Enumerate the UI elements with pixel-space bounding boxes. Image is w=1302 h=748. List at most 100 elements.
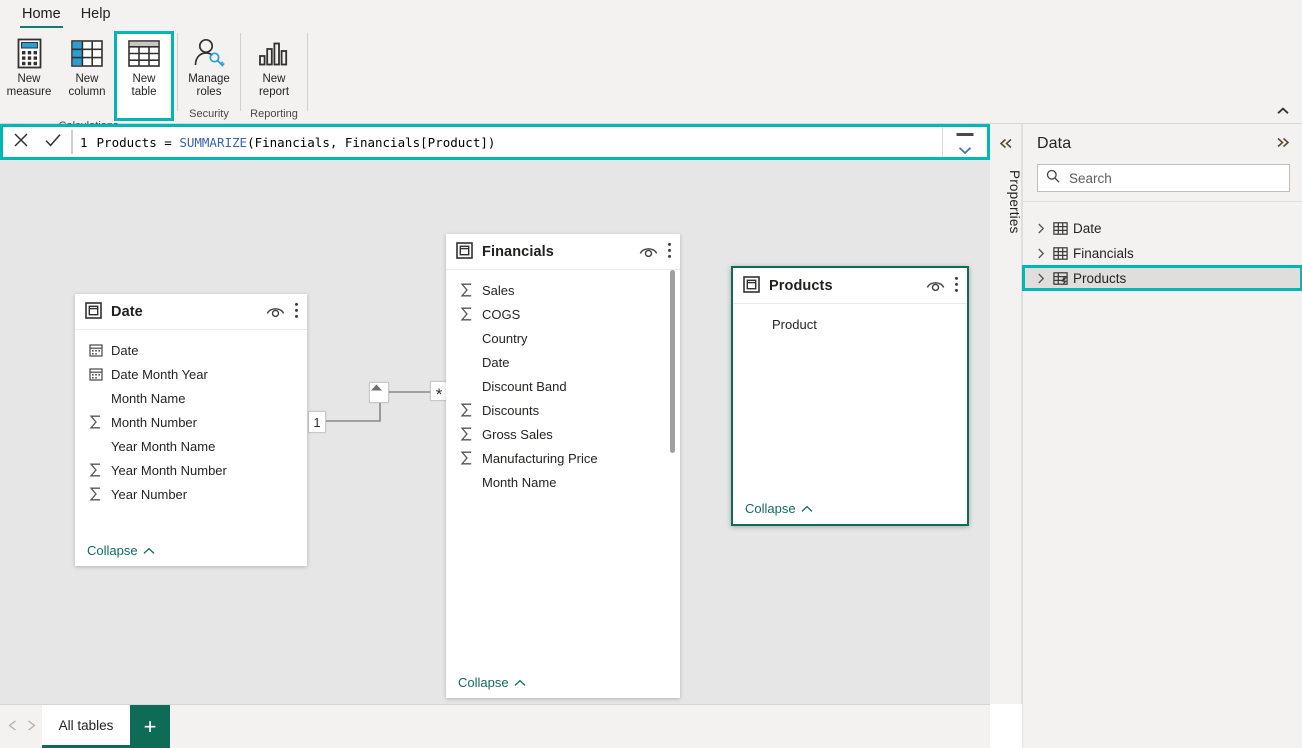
field-row[interactable]: Discounts <box>446 398 680 422</box>
eye-icon[interactable] <box>266 304 285 320</box>
ribbon-group-calculations: New measure New column New table <box>0 29 177 132</box>
chevron-down-icon[interactable] <box>958 142 972 160</box>
search-box[interactable] <box>1037 164 1290 192</box>
manage-roles-button[interactable]: Manage roles <box>180 33 238 99</box>
ribbon-tab-home[interactable]: Home <box>12 6 71 28</box>
more-vertical-icon[interactable] <box>667 242 672 262</box>
page-tab-label: All tables <box>58 717 114 733</box>
search-input[interactable] <box>1067 169 1281 187</box>
properties-label[interactable]: Properties <box>990 170 1022 234</box>
data-pane-item-financials[interactable]: Financials <box>1023 241 1302 265</box>
checkmark-icon <box>44 132 62 153</box>
table-card-financials[interactable]: Financials Sales COGS Country Date Disco… <box>446 234 680 698</box>
formula-expression-suffix: (Financials, Financials[Product]) <box>247 134 496 150</box>
manage-roles-icon <box>193 36 225 70</box>
collapse-label: Collapse <box>458 675 509 690</box>
formula-expression[interactable]: 1 Products = SUMMARIZE (Financials, Financ… <box>73 127 942 157</box>
ribbon-group-security: Manage roles Security <box>178 29 240 123</box>
field-row[interactable]: Manufacturing Price <box>446 446 680 470</box>
field-row[interactable]: Month Name <box>446 470 680 494</box>
eye-icon[interactable] <box>926 278 945 294</box>
field-row[interactable]: COGS <box>446 302 680 326</box>
field-row[interactable]: Month Name <box>75 386 307 410</box>
field-label: Month Name <box>482 474 557 490</box>
triangle-left-icon[interactable] <box>8 718 17 736</box>
collapse-label: Collapse <box>87 543 138 558</box>
field-row[interactable]: Product <box>733 312 967 336</box>
page-navigation <box>0 705 42 748</box>
table-card-date-actions <box>266 302 299 322</box>
chevron-right-icon[interactable] <box>1033 248 1049 259</box>
ribbon-group-reporting-items: New report <box>241 29 307 107</box>
field-row[interactable]: Date <box>75 338 307 362</box>
chevron-up-icon <box>1277 102 1289 120</box>
field-row[interactable]: Sales <box>446 278 680 302</box>
chevron-double-right-icon[interactable] <box>1276 135 1290 153</box>
page-tab-bar: All tables + <box>0 704 990 748</box>
ribbon-group-label-security: Security <box>189 108 229 120</box>
table-card-date-collapse[interactable]: Collapse <box>87 543 155 558</box>
more-vertical-icon[interactable] <box>294 302 299 322</box>
table-card-date-header[interactable]: Date <box>75 294 307 330</box>
ribbon-tab-help[interactable]: Help <box>71 6 121 28</box>
table-icon <box>1049 246 1071 261</box>
field-row[interactable]: Date Month Year <box>75 362 307 386</box>
table-card-financials-collapse[interactable]: Collapse <box>458 675 526 690</box>
sigma-icon <box>460 451 480 465</box>
page-tab-all-tables[interactable]: All tables <box>42 705 130 748</box>
field-row[interactable]: Gross Sales <box>446 422 680 446</box>
filter-arrow-icon[interactable] <box>369 382 389 403</box>
data-pane-item-products[interactable]: Products <box>1022 265 1302 291</box>
table-icon <box>456 241 473 262</box>
chevron-right-icon[interactable] <box>1033 273 1049 284</box>
table-card-financials-header[interactable]: Financials <box>446 234 680 270</box>
field-row[interactable]: Year Month Number <box>75 458 307 482</box>
triangle-right-icon[interactable] <box>27 718 36 736</box>
properties-rail: Properties <box>990 124 1022 704</box>
field-label: Product <box>772 316 817 332</box>
chevron-right-icon[interactable] <box>1033 223 1049 234</box>
field-row[interactable]: Month Number <box>75 410 307 434</box>
table-card-products-header[interactable]: Products <box>733 268 967 304</box>
sigma-icon <box>460 283 480 297</box>
power-bi-model-view: Home Help New measure New column New tab… <box>0 0 1302 748</box>
table-card-financials-scrollbar[interactable] <box>670 270 675 453</box>
table-card-date-fields: Date Date Month Year Month Name Month Nu… <box>75 330 307 506</box>
relationship-cardinality-one: 1 <box>308 411 326 433</box>
calendar-icon <box>89 367 109 381</box>
formula-bar-container: 1 Products = SUMMARIZE (Financials, Financ… <box>0 124 990 160</box>
table-card-date[interactable]: Date Date Date Month Year Month Name Mon… <box>75 294 307 566</box>
more-vertical-icon[interactable] <box>954 276 959 296</box>
table-card-products[interactable]: Products Product Collapse <box>731 266 969 526</box>
ribbon-collapse-button[interactable] <box>1274 103 1292 119</box>
field-row[interactable]: Country <box>446 326 680 350</box>
table-card-financials-actions <box>639 242 672 262</box>
field-row[interactable]: Year Month Name <box>75 434 307 458</box>
chevron-double-left-icon[interactable] <box>999 136 1013 154</box>
data-pane-item-date[interactable]: Date <box>1023 216 1302 240</box>
new-column-button[interactable]: New column <box>58 33 116 99</box>
new-table-button[interactable]: New table <box>114 31 174 121</box>
sigma-icon <box>89 415 109 429</box>
field-row[interactable]: Date <box>446 350 680 374</box>
sigma-icon <box>460 403 480 417</box>
eye-icon[interactable] <box>639 244 658 260</box>
field-label: Gross Sales <box>482 426 553 442</box>
new-measure-button[interactable]: New measure <box>0 33 58 99</box>
field-label: Year Number <box>111 486 188 502</box>
formula-cancel-button[interactable] <box>11 132 31 152</box>
model-canvas[interactable]: 1 * Date Date Date Month Year Month Name… <box>0 160 990 704</box>
data-pane-item-label: Date <box>1073 220 1102 236</box>
formula-commit-button[interactable] <box>43 132 63 152</box>
add-page-button[interactable]: + <box>130 705 170 748</box>
table-card-products-collapse[interactable]: Collapse <box>745 501 813 516</box>
field-row[interactable]: Discount Band <box>446 374 680 398</box>
formula-expression-prefix: Products = <box>96 134 180 150</box>
minimize-icon[interactable] <box>956 133 974 136</box>
field-label: Discount Band <box>482 378 567 394</box>
new-report-icon <box>258 36 290 70</box>
new-report-button[interactable]: New report <box>245 33 303 99</box>
field-row[interactable]: Year Number <box>75 482 307 506</box>
formula-bar[interactable]: 1 Products = SUMMARIZE (Financials, Financ… <box>3 127 987 157</box>
field-label: Date Month Year <box>111 366 208 382</box>
